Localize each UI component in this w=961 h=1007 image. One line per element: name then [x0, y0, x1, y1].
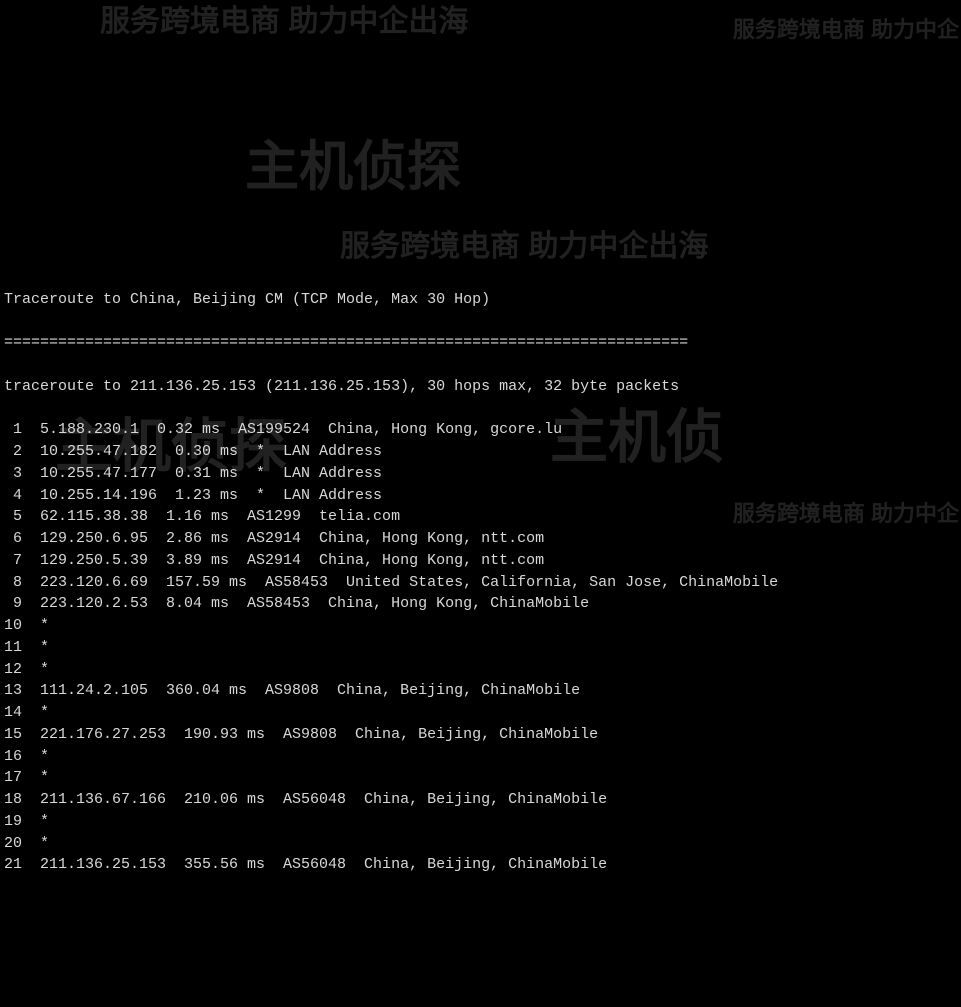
- separator-line: ========================================…: [4, 332, 957, 354]
- hop-row: 16 *: [4, 746, 957, 768]
- hop-row: 19 *: [4, 811, 957, 833]
- hop-row: 5 62.115.38.38 1.16 ms AS1299 telia.com: [4, 506, 957, 528]
- hop-row: 10 *: [4, 615, 957, 637]
- watermark-text: 服务跨境电商 助力中企出海: [100, 0, 468, 44]
- traceroute-summary: traceroute to 211.136.25.153 (211.136.25…: [4, 376, 957, 398]
- hop-row: 9 223.120.2.53 8.04 ms AS58453 China, Ho…: [4, 593, 957, 615]
- hop-row: 20 *: [4, 833, 957, 855]
- hop-row: 17 *: [4, 767, 957, 789]
- traceroute-title: Traceroute to China, Beijing CM (TCP Mod…: [4, 289, 957, 311]
- hop-row: 6 129.250.6.95 2.86 ms AS2914 China, Hon…: [4, 528, 957, 550]
- watermark-text: 服务跨境电商 助力中企: [733, 14, 959, 46]
- hop-row: 13 111.24.2.105 360.04 ms AS9808 China, …: [4, 680, 957, 702]
- hop-row: 15 221.176.27.253 190.93 ms AS9808 China…: [4, 724, 957, 746]
- hop-row: 8 223.120.6.69 157.59 ms AS58453 United …: [4, 572, 957, 594]
- hop-row: 21 211.136.25.153 355.56 ms AS56048 Chin…: [4, 854, 957, 876]
- terminal-output: Traceroute to China, Beijing CM (TCP Mod…: [4, 267, 957, 898]
- hop-row: 12 *: [4, 659, 957, 681]
- watermark-logo: 主机侦探: [245, 128, 461, 206]
- hop-row: 4 10.255.14.196 1.23 ms * LAN Address: [4, 485, 957, 507]
- hop-row: 3 10.255.47.177 0.31 ms * LAN Address: [4, 463, 957, 485]
- hop-row: 1 5.188.230.1 0.32 ms AS199524 China, Ho…: [4, 419, 957, 441]
- watermark-text: 服务跨境电商 助力中企出海: [340, 225, 708, 269]
- hop-row: 11 *: [4, 637, 957, 659]
- hop-row: 7 129.250.5.39 3.89 ms AS2914 China, Hon…: [4, 550, 957, 572]
- hop-row: 2 10.255.47.182 0.30 ms * LAN Address: [4, 441, 957, 463]
- hop-row: 14 *: [4, 702, 957, 724]
- hop-row: 18 211.136.67.166 210.06 ms AS56048 Chin…: [4, 789, 957, 811]
